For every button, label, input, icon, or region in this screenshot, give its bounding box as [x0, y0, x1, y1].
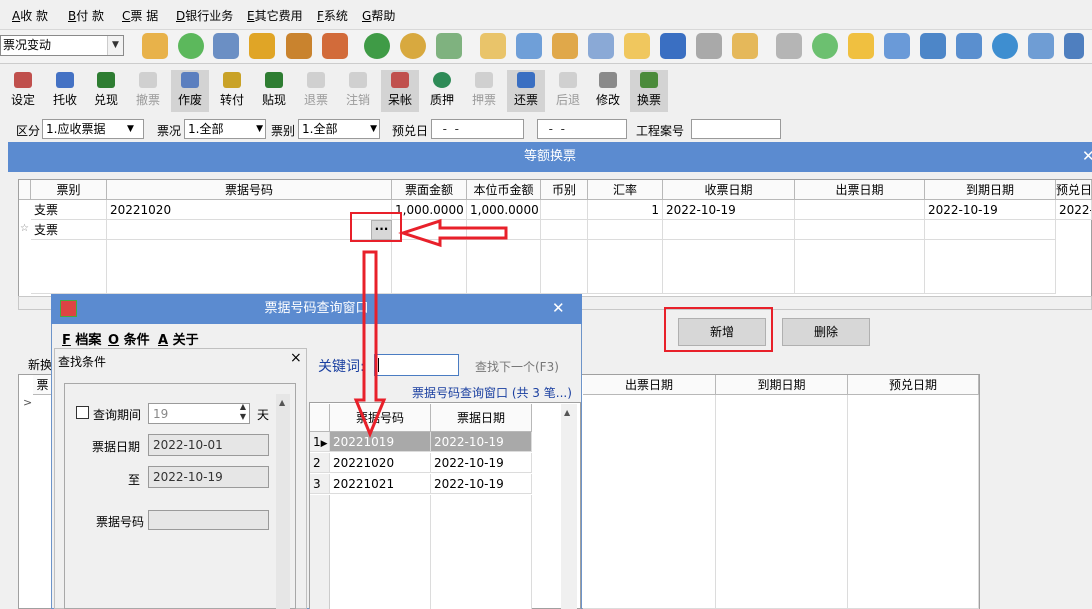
arrow-left-icon: [398, 218, 508, 248]
arrow-down-icon: [353, 250, 387, 438]
annotation-arrows: [353, 218, 508, 438]
